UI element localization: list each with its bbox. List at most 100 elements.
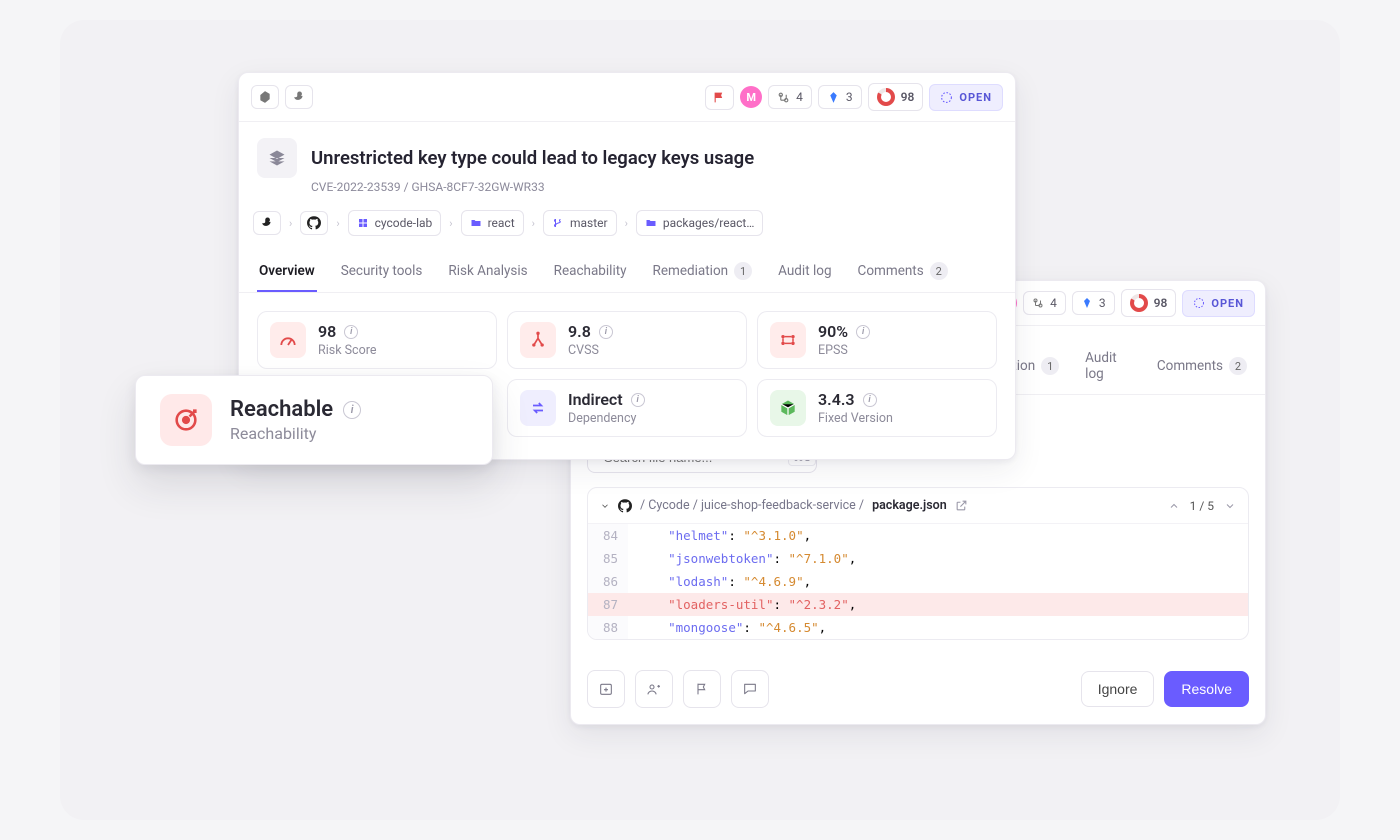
score-value: 98 — [901, 90, 915, 104]
ignore-button[interactable]: Ignore — [1081, 671, 1155, 707]
duck-chip[interactable] — [285, 85, 313, 109]
diamond-count: 3 — [1099, 296, 1106, 310]
crumb-github[interactable] — [300, 211, 328, 235]
kpi-fixed-version: 3.4.3iFixed Version — [757, 379, 997, 437]
duck-icon — [292, 90, 306, 104]
remediation-count: 1 — [1041, 357, 1059, 375]
kpi-cvss: 9.8iCVSS — [507, 311, 747, 369]
gauge-icon — [1130, 294, 1148, 312]
github-icon — [618, 499, 632, 513]
swap-icon — [520, 390, 556, 426]
page-subtitle: CVE-2022-23539 / GHSA-8CF7-32GW-WR33 — [239, 178, 1015, 206]
flag-button[interactable] — [683, 670, 721, 708]
resolve-button[interactable]: Resolve — [1164, 671, 1249, 707]
tab-audit-log[interactable]: Audit log — [776, 252, 833, 292]
target-icon — [160, 394, 212, 446]
remediation-count: 1 — [734, 262, 752, 280]
tab-audit-log[interactable]: Audit log — [1083, 340, 1133, 394]
callout-title: Reachablei — [230, 397, 361, 422]
diamond-icon — [827, 91, 840, 104]
score-chip[interactable]: 98 — [1121, 289, 1177, 317]
code-line: 87 "loaders-util": "^2.3.2", — [588, 593, 1248, 616]
code-viewer: 84 "helmet": "^3.1.0",85 "jsonwebtoken":… — [588, 524, 1248, 639]
flag-icon — [713, 91, 726, 104]
status-open[interactable]: OPEN — [1182, 290, 1255, 317]
info-icon[interactable]: i — [856, 325, 870, 339]
file-name: package.json — [872, 498, 947, 513]
chat-icon — [742, 681, 758, 697]
tab-risk-analysis[interactable]: Risk Analysis — [446, 252, 529, 292]
tab-overview[interactable]: Overview — [257, 252, 317, 292]
chevron-down-icon[interactable] — [1224, 500, 1236, 512]
status-dots-icon — [1193, 297, 1205, 309]
gauge-icon — [270, 322, 306, 358]
folder-icon — [470, 217, 482, 229]
code-line: 86 "lodash": "^4.6.9", — [588, 570, 1248, 593]
crumb-duck[interactable] — [253, 211, 281, 235]
flag-outline-icon — [694, 681, 710, 697]
comments-count: 2 — [930, 262, 948, 280]
merge-chip[interactable]: M — [740, 86, 762, 108]
gauge-icon — [877, 88, 895, 106]
code-line: 84 "helmet": "^3.1.0", — [588, 524, 1248, 547]
info-icon[interactable]: i — [863, 393, 877, 407]
grid-icon — [357, 217, 369, 229]
folder-icon — [645, 217, 657, 229]
comments-count: 2 — [1229, 357, 1247, 375]
crumb-org[interactable]: cycode-lab — [348, 210, 442, 236]
diamond-count-chip[interactable]: 3 — [818, 85, 862, 109]
calendar-plus-icon — [598, 681, 614, 697]
pull-request-icon — [777, 91, 790, 104]
status-dots-icon — [940, 91, 953, 104]
info-icon[interactable]: i — [343, 401, 361, 419]
info-icon[interactable]: i — [599, 325, 613, 339]
crumb-repo[interactable]: react — [461, 210, 524, 236]
tab-comments[interactable]: Comments2 — [1155, 340, 1249, 394]
crumb-path[interactable]: packages/react… — [636, 210, 763, 236]
tab-security-tools[interactable]: Security tools — [339, 252, 425, 292]
users-icon — [646, 681, 662, 697]
kpi-dependency: IndirectiDependency — [507, 379, 747, 437]
tab-remediation[interactable]: Remediation1 — [651, 252, 755, 292]
reachability-callout: Reachablei Reachability — [135, 375, 493, 465]
pull-request-icon — [1032, 297, 1044, 309]
layers-icon — [267, 148, 287, 168]
score-chip[interactable]: 98 — [868, 83, 924, 111]
pull-count-chip[interactable]: 4 — [1023, 291, 1066, 315]
file-pagination: 1 / 5 — [1190, 499, 1214, 513]
chevron-up-icon[interactable] — [1168, 500, 1180, 512]
info-icon[interactable]: i — [344, 325, 358, 339]
page-title: Unrestricted key type could lead to lega… — [311, 147, 754, 169]
code-line: 88 "mongoose": "^4.6.5", — [588, 616, 1248, 639]
title-icon — [257, 138, 297, 178]
diamond-icon — [1081, 297, 1093, 309]
package-icon — [770, 390, 806, 426]
tab-reachability[interactable]: Reachability — [552, 252, 629, 292]
branch-icon — [520, 322, 556, 358]
graph-icon — [770, 322, 806, 358]
duck-icon — [260, 216, 274, 230]
external-link-icon[interactable] — [955, 499, 968, 512]
code-line: 85 "jsonwebtoken": "^7.1.0", — [588, 547, 1248, 570]
tab-comments[interactable]: Comments2 — [856, 252, 950, 292]
file-card: / Cycode / juice-shop-feedback-service /… — [587, 487, 1249, 640]
assign-button[interactable] — [635, 670, 673, 708]
callout-label: Reachability — [230, 424, 361, 443]
chevron-down-icon[interactable] — [600, 501, 610, 511]
comment-button[interactable] — [731, 670, 769, 708]
branch-icon — [552, 217, 564, 229]
diamond-count-chip[interactable]: 3 — [1072, 291, 1115, 315]
add-button[interactable] — [587, 670, 625, 708]
breadcrumb: › › cycode-lab › react › master › packag… — [239, 206, 1015, 252]
flag-chip[interactable] — [705, 85, 734, 110]
hexagon-icon — [258, 90, 272, 104]
info-icon[interactable]: i — [631, 393, 645, 407]
status-open[interactable]: OPEN — [929, 84, 1003, 111]
pull-count: 4 — [1050, 296, 1057, 310]
pull-count-chip[interactable]: 4 — [768, 85, 812, 109]
kpi-risk-score: 98iRisk Score — [257, 311, 497, 369]
github-icon — [307, 216, 321, 230]
crumb-branch[interactable]: master — [543, 210, 617, 236]
scm-chip[interactable] — [251, 85, 279, 109]
pull-count: 4 — [796, 90, 803, 104]
